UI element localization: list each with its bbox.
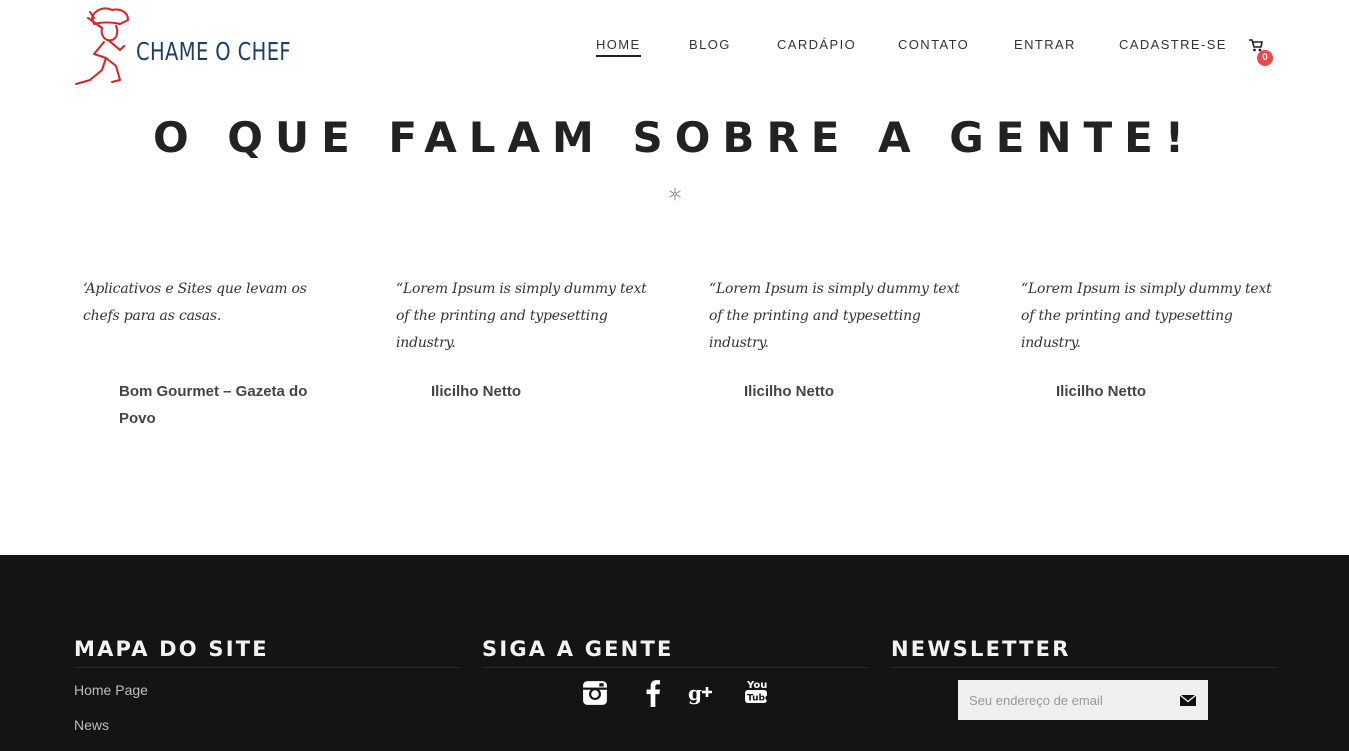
newsletter-email-input[interactable] [958, 680, 1168, 720]
testimonial-quote: ‘Aplicativos e Sites que levam os chefs … [83, 281, 307, 324]
newsletter-column: NEWSLETTER [891, 637, 1277, 668]
asterisk-ornament-icon [669, 187, 681, 201]
footer-link-home-page[interactable]: Home Page [74, 682, 460, 703]
section-title: O QUE FALAM SOBRE A GENTE! [152, 113, 1197, 162]
google-plus-icon[interactable]: g [688, 679, 714, 707]
main-nav: HOME BLOG CARDÁPIO CONTATO ENTRAR CADAST… [0, 37, 1349, 61]
facebook-icon[interactable] [640, 679, 666, 707]
nav-cardapio[interactable]: CARDÁPIO [777, 37, 856, 52]
testimonial-card: “Lorem Ipsum is simply dummy text of the… [709, 276, 969, 400]
newsletter-form [958, 680, 1208, 720]
nav-cadastre-se[interactable]: CADASTRE-SE [1119, 37, 1227, 52]
site-footer: MAPA DO SITE Home Page News SIGA A GENTE… [0, 555, 1349, 751]
youtube-icon[interactable]: You Tube [743, 677, 769, 705]
social-heading: SIGA A GENTE [482, 637, 868, 668]
cart-count-badge: 0 [1257, 50, 1273, 66]
nav-contato[interactable]: CONTATO [898, 37, 969, 52]
testimonial-author: Ilicilho Netto [1056, 383, 1146, 400]
nav-blog[interactable]: BLOG [689, 37, 731, 52]
testimonial-author: Ilicilho Netto [431, 383, 521, 400]
sitemap-heading: MAPA DO SITE [74, 637, 460, 668]
svg-text:Tube: Tube [747, 694, 769, 704]
svg-text:g: g [688, 681, 702, 705]
testimonial-card: “Lorem Ipsum is simply dummy text of the… [1021, 276, 1281, 400]
nav-home[interactable]: HOME [596, 37, 641, 57]
site-header: CHAME O CHEF HOME BLOG CARDÁPIO CONTATO … [0, 0, 1349, 100]
cart-button[interactable]: 0 [1249, 37, 1275, 67]
testimonial-quote: “Lorem Ipsum is simply dummy text of the… [1021, 281, 1272, 351]
envelope-submit-icon[interactable] [1178, 691, 1198, 709]
testimonial-author: Bom Gourmet – Gazeta do Povo [119, 383, 308, 427]
nav-entrar[interactable]: ENTRAR [1014, 37, 1076, 52]
social-column: SIGA A GENTE [482, 637, 868, 668]
newsletter-heading: NEWSLETTER [891, 637, 1277, 668]
instagram-icon[interactable] [582, 679, 608, 707]
testimonial-author: Ilicilho Netto [744, 383, 834, 400]
testimonial-card: “Lorem Ipsum is simply dummy text of the… [396, 276, 656, 400]
testimonial-quote: “Lorem Ipsum is simply dummy text of the… [396, 281, 647, 351]
testimonial-card: ‘Aplicativos e Sites que levam os chefs … [83, 276, 343, 427]
svg-text:You: You [746, 680, 767, 691]
footer-link-news[interactable]: News [74, 717, 460, 738]
testimonial-quote: “Lorem Ipsum is simply dummy text of the… [709, 281, 960, 351]
sitemap-column: MAPA DO SITE Home Page News [74, 637, 460, 738]
